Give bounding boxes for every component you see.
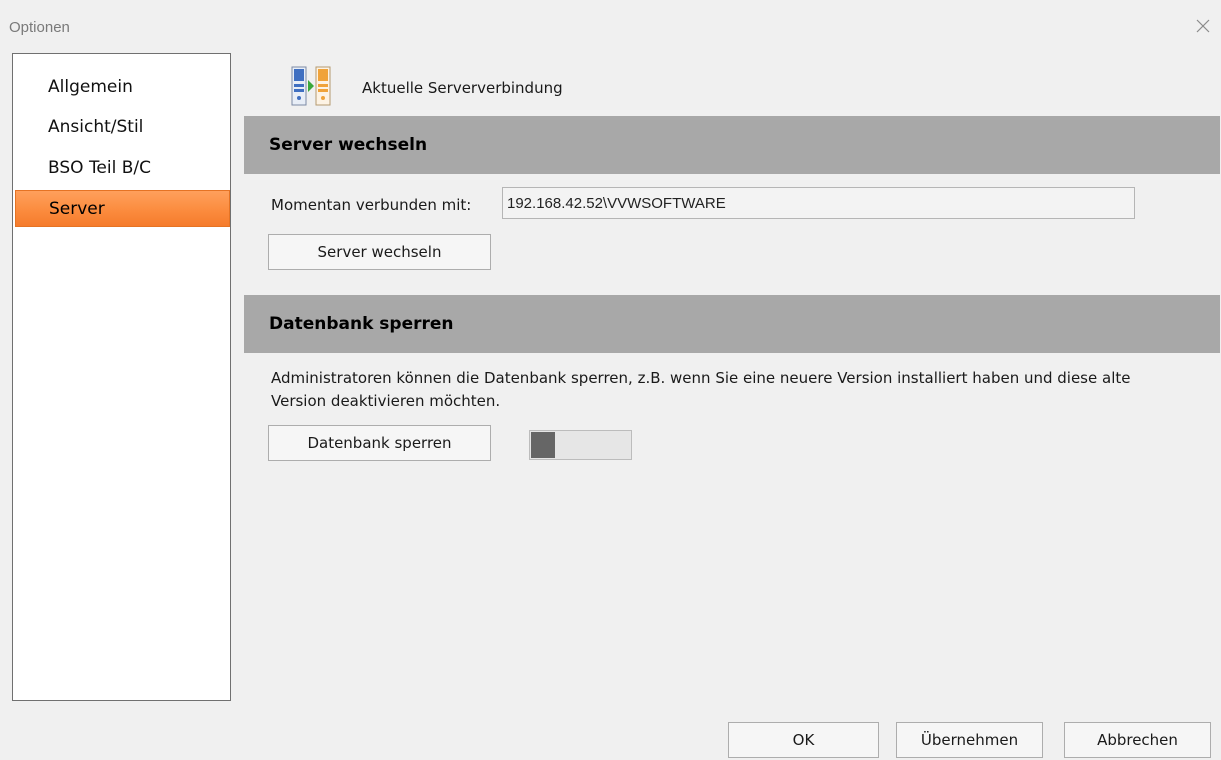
close-icon[interactable]	[1193, 16, 1213, 36]
connected-label: Momentan verbunden mit:	[271, 196, 472, 214]
section-heading: Server wechseln	[269, 135, 428, 155]
switch-server-button[interactable]: Server wechseln	[268, 234, 491, 270]
db-section-header: Datenbank sperren	[244, 295, 1220, 353]
lock-database-button[interactable]: Datenbank sperren	[268, 425, 491, 461]
sidebar-item-server[interactable]: Server	[15, 190, 230, 227]
db-lock-description: Administratoren können die Datenbank spe…	[271, 369, 1131, 410]
sidebar-item-allgemein[interactable]: Allgemein	[15, 69, 230, 106]
sidebar-nav: Allgemein Ansicht/Stil BSO Teil B/C Serv…	[12, 53, 231, 701]
ok-button[interactable]: OK	[728, 722, 879, 758]
lock-database-toggle[interactable]	[529, 430, 632, 460]
toggle-knob	[531, 432, 555, 458]
apply-button[interactable]: Übernehmen	[896, 722, 1043, 758]
server-switch-icon	[291, 66, 331, 106]
connection-label: Aktuelle Serververbindung	[362, 79, 563, 97]
options-dialog: Optionen Allgemein Ansicht/Stil BSO Teil…	[0, 0, 1221, 760]
title-bar: Optionen	[0, 0, 1221, 40]
sidebar-item-label: Server	[49, 199, 105, 219]
sidebar-item-ansicht-stil[interactable]: Ansicht/Stil	[15, 109, 230, 146]
sidebar-item-label: Allgemein	[48, 77, 133, 97]
section-heading: Datenbank sperren	[269, 314, 454, 334]
sidebar-item-label: Ansicht/Stil	[48, 117, 144, 137]
cancel-button[interactable]: Abbrechen	[1064, 722, 1211, 758]
window-title: Optionen	[9, 19, 70, 36]
server-section-header: Server wechseln	[244, 116, 1220, 174]
sidebar-item-bso-teil[interactable]: BSO Teil B/C	[15, 150, 230, 187]
sidebar-item-label: BSO Teil B/C	[48, 158, 152, 178]
connected-server-field[interactable]	[502, 187, 1135, 219]
